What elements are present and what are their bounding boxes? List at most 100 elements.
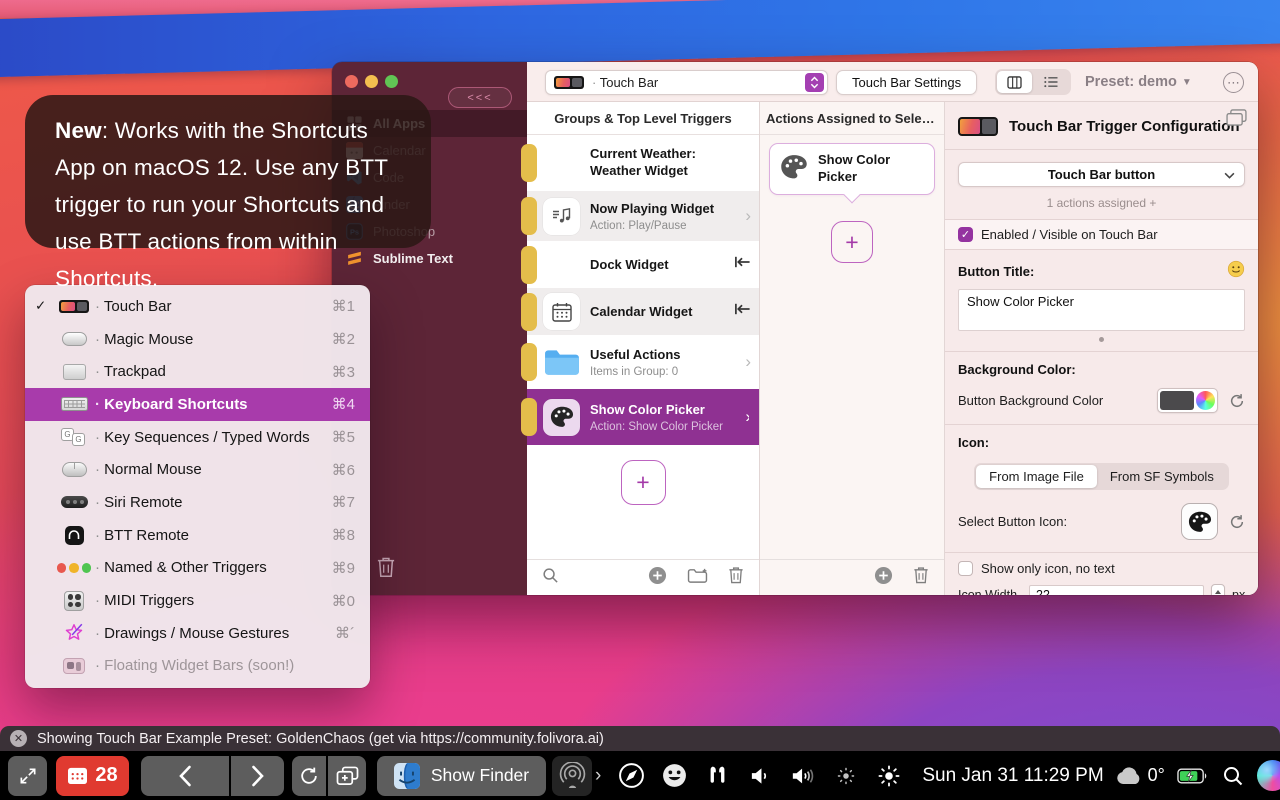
trigger-row-now-playing[interactable]: Now Playing Widget Action: Play/Pause › — [527, 191, 759, 241]
expand-touch-bar-button[interactable] — [8, 756, 47, 796]
more-options-button[interactable] — [1223, 72, 1244, 93]
new-window-button[interactable] — [328, 756, 366, 796]
sidebar-trash-icon[interactable] — [376, 556, 396, 583]
weather-widget[interactable]: 0° — [1116, 765, 1165, 786]
enabled-checkbox[interactable] — [958, 227, 973, 242]
trigger-row-weather-widget[interactable]: Current Weather: Weather Widget — [527, 135, 759, 191]
actions-column: Actions Assigned to Selected... Show Col… — [760, 102, 945, 595]
menu-item-floating-widget-bars[interactable]: Floating Widget Bars (soon!) — [25, 650, 370, 683]
minimize-window-button[interactable] — [365, 75, 378, 88]
trigger-row-dock-widget[interactable]: Dock Widget — [527, 241, 759, 288]
icon-width-stepper[interactable] — [1211, 584, 1225, 595]
background-color-section: Background Color: — [958, 352, 1245, 383]
row-color-tab — [521, 343, 537, 381]
traffic-dots-icon — [53, 563, 95, 573]
list-view-button[interactable] — [1034, 71, 1069, 93]
zoom-window-button[interactable] — [385, 75, 398, 88]
updown-chevron-icon[interactable] — [805, 73, 824, 92]
brightness-full-icon[interactable] — [874, 764, 904, 788]
palette-icon — [543, 399, 580, 436]
temperature: 0° — [1148, 765, 1165, 786]
menu-item-midi-triggers[interactable]: MIDI Triggers ⌘0 — [25, 584, 370, 617]
collapse-sidebar-button[interactable]: <<< — [448, 87, 512, 108]
chevron-right-icon[interactable] — [595, 765, 601, 787]
add-circle-icon[interactable] — [874, 566, 893, 590]
menu-item-magic-mouse[interactable]: Magic Mouse ⌘2 — [25, 323, 370, 356]
drawing-star-icon — [53, 622, 95, 644]
resize-handle[interactable] — [1099, 337, 1104, 342]
menu-item-keyboard-shortcuts[interactable]: Keyboard Shortcuts ⌘4 — [25, 388, 370, 421]
button-icon-well[interactable] — [1181, 503, 1218, 540]
delete-trash-icon[interactable] — [728, 566, 744, 589]
refresh-button[interactable] — [292, 756, 326, 796]
search-icon[interactable] — [1222, 765, 1244, 787]
trigger-row-show-color-picker[interactable]: Show Color Picker Action: Show Color Pic… — [527, 389, 759, 445]
search-icon[interactable] — [542, 567, 559, 589]
brightness-dim-icon[interactable] — [831, 765, 861, 787]
forward-button[interactable] — [231, 756, 284, 796]
menu-item-drawings-gestures[interactable]: Drawings / Mouse Gestures ⌘´ — [25, 617, 370, 650]
color-wheel-icon[interactable] — [1196, 391, 1215, 410]
emoji-smiley-icon[interactable] — [659, 762, 689, 789]
row-color-tab — [521, 144, 537, 182]
column-view-button[interactable] — [997, 71, 1032, 93]
reset-icon[interactable] — [1229, 514, 1245, 530]
siri-icon[interactable] — [1257, 760, 1280, 791]
trigger-row-useful-actions[interactable]: Useful Actions Items in Group: 0 › — [527, 335, 759, 389]
add-trigger-button[interactable]: + — [621, 460, 666, 505]
volume-high-icon[interactable] — [788, 766, 818, 786]
clock[interactable]: Sun Jan 31 11:29 PM — [922, 765, 1103, 787]
touch-bar-settings-button[interactable]: Touch Bar Settings — [836, 70, 977, 95]
checkmark-icon — [35, 298, 53, 314]
tab-from-sf-symbols[interactable]: From SF Symbols — [1097, 465, 1227, 488]
row-color-tab — [521, 246, 537, 284]
chevron-right-icon: › — [741, 206, 751, 226]
button-background-color-row: Button Background Color — [958, 383, 1245, 424]
volume-low-icon[interactable] — [745, 766, 775, 786]
menu-item-btt-remote[interactable]: BTT Remote ⌘8 — [25, 519, 370, 552]
reset-color-icon[interactable] — [1229, 393, 1245, 409]
emoji-picker-icon[interactable] — [1227, 260, 1245, 283]
show-only-icon-checkbox[interactable] — [958, 561, 973, 576]
new-group-folder-icon[interactable] — [687, 567, 708, 589]
sidebar-item-sublime-text[interactable]: Sublime Text — [332, 245, 527, 272]
calendar-icon — [67, 766, 88, 785]
menu-item-named-other-triggers[interactable]: Named & Other Triggers ⌘9 — [25, 552, 370, 585]
actions-assigned-link[interactable]: 1 actions assigned + — [958, 196, 1245, 210]
add-action-button[interactable]: + — [831, 221, 873, 263]
dismiss-status-icon[interactable] — [10, 730, 27, 747]
color-well[interactable] — [1157, 388, 1218, 413]
icon-source-tabs: From Image File From SF Symbols — [974, 463, 1229, 490]
tab-from-image-file[interactable]: From Image File — [976, 465, 1097, 488]
back-button[interactable] — [141, 756, 229, 796]
actions-header: Actions Assigned to Selected... — [760, 102, 944, 135]
touch-bar-icon — [554, 76, 584, 89]
key-sequences-icon — [53, 428, 95, 446]
assigned-action-card[interactable]: Show Color Picker — [769, 143, 935, 195]
battery-charging-icon[interactable] — [1177, 768, 1208, 784]
keyboard-icon — [53, 397, 95, 411]
icon-width-input[interactable] — [1029, 585, 1204, 596]
safari-compass-icon[interactable] — [616, 762, 646, 789]
menu-item-key-sequences[interactable]: Key Sequences / Typed Words ⌘5 — [25, 421, 370, 454]
windows-overlap-icon[interactable] — [1226, 109, 1247, 131]
add-circle-icon[interactable] — [648, 566, 667, 590]
trigger-type-picker[interactable]: Touch Bar — [545, 70, 828, 95]
delete-trash-icon[interactable] — [913, 566, 929, 589]
menu-item-siri-remote[interactable]: Siri Remote ⌘7 — [25, 486, 370, 519]
button-title-input[interactable]: Show Color Picker — [958, 289, 1245, 331]
menu-item-normal-mouse[interactable]: Normal Mouse ⌘6 — [25, 453, 370, 486]
chevron-right-icon: › — [741, 352, 751, 372]
calendar-date-button[interactable]: 28 — [56, 756, 129, 796]
trigger-type-dropdown[interactable]: Touch Bar button — [958, 162, 1245, 187]
airpods-icon[interactable] — [702, 764, 732, 787]
trigger-row-calendar-widget[interactable]: Calendar Widget — [527, 288, 759, 335]
menu-item-trackpad[interactable]: Trackpad ⌘3 — [25, 355, 370, 388]
status-bar: Showing Touch Bar Example Preset: Golden… — [0, 726, 1280, 751]
color-swatch[interactable] — [1160, 391, 1194, 410]
preset-selector[interactable]: Preset: demo ▼ — [1085, 62, 1192, 102]
airdrop-tile[interactable] — [552, 756, 592, 796]
close-window-button[interactable] — [345, 75, 358, 88]
icon-width-row: Icon Width px — [958, 580, 1245, 595]
show-finder-button[interactable]: Show Finder — [377, 756, 546, 796]
